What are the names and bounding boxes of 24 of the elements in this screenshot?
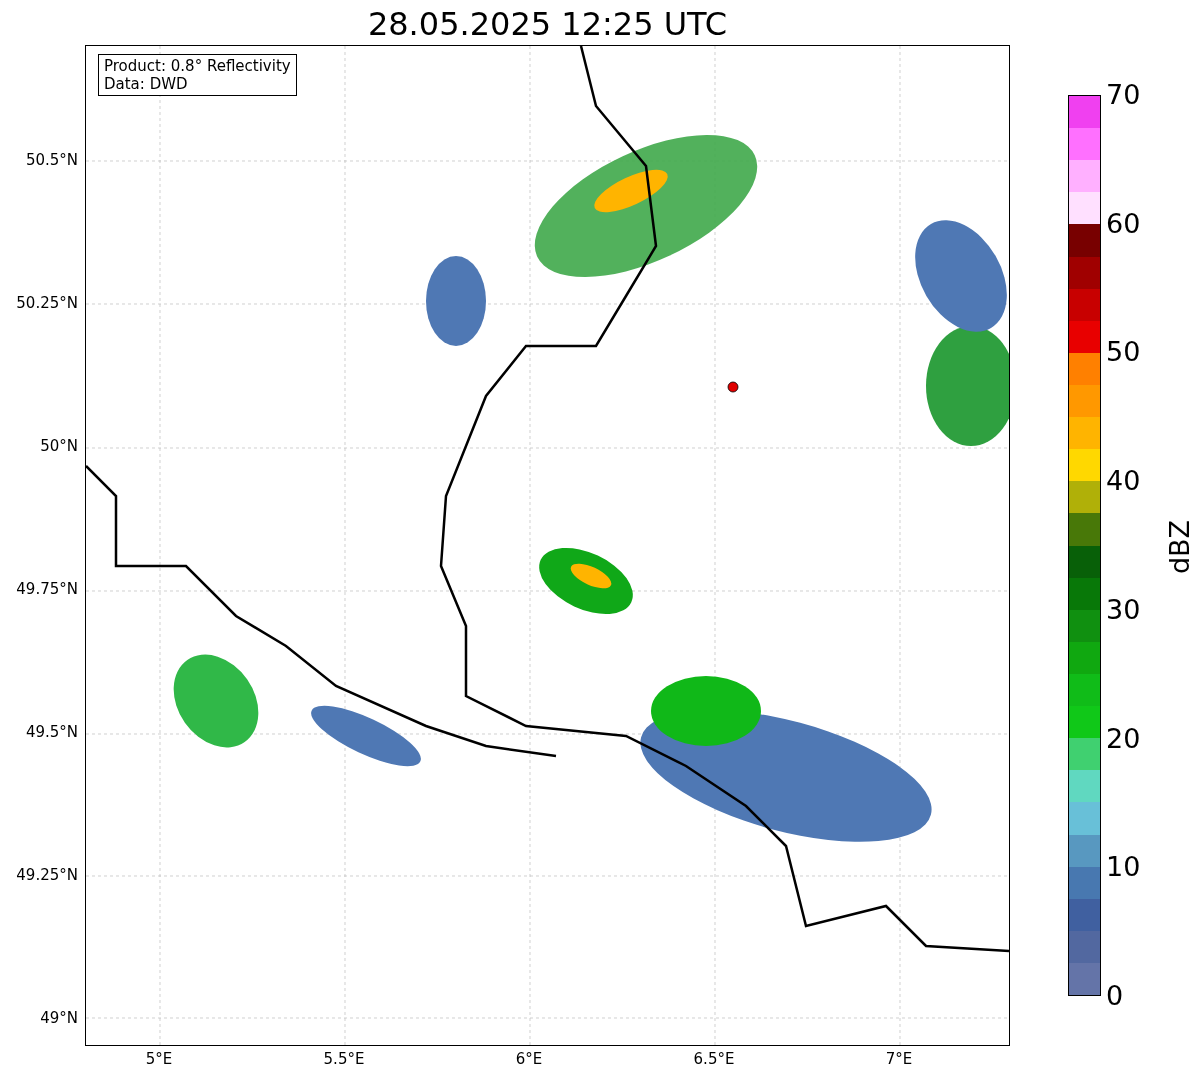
colorbar-tick-label: 20: [1106, 723, 1141, 754]
axis-tick-label: 49.25°N: [16, 866, 78, 884]
colorbar-tick-label: 40: [1106, 466, 1141, 497]
chart-title: 28.05.2025 12:25 UTC: [367, 5, 728, 43]
axis-tick-label: 50.5°N: [25, 151, 78, 169]
legend-text: Data: DWD: [104, 75, 189, 93]
axis-tick-label: 50°N: [40, 437, 78, 455]
colorbar-tick-label: 60: [1106, 208, 1141, 239]
colorbar-tick-label: 0: [1106, 981, 1124, 1011]
axis-tick-label: 50.25°N: [16, 294, 78, 312]
colorbar-tick-label: 10: [1106, 852, 1141, 883]
colorbar-tick-label: 50: [1106, 337, 1141, 368]
axis-tick-label: 6°E: [515, 1050, 543, 1068]
axis-tick-label: 5.5°E: [323, 1050, 365, 1068]
axis-tick-label: 49.75°N: [16, 580, 78, 598]
axis-tick-label: 49°N: [40, 1009, 78, 1027]
axis-tick-label: 6.5°E: [693, 1050, 735, 1068]
colorbar-tick-label: 30: [1106, 594, 1141, 625]
colorbar-tick-label: 70: [1106, 80, 1141, 110]
colorbar-label: dBZ: [1165, 519, 1195, 575]
axis-tick-label: 5°E: [145, 1050, 173, 1068]
legend-text: Product: 0.8° Reflectivity: [104, 57, 291, 75]
axis-tick-label: 7°E: [885, 1050, 913, 1068]
axis-tick-label: 49.5°N: [25, 723, 78, 741]
